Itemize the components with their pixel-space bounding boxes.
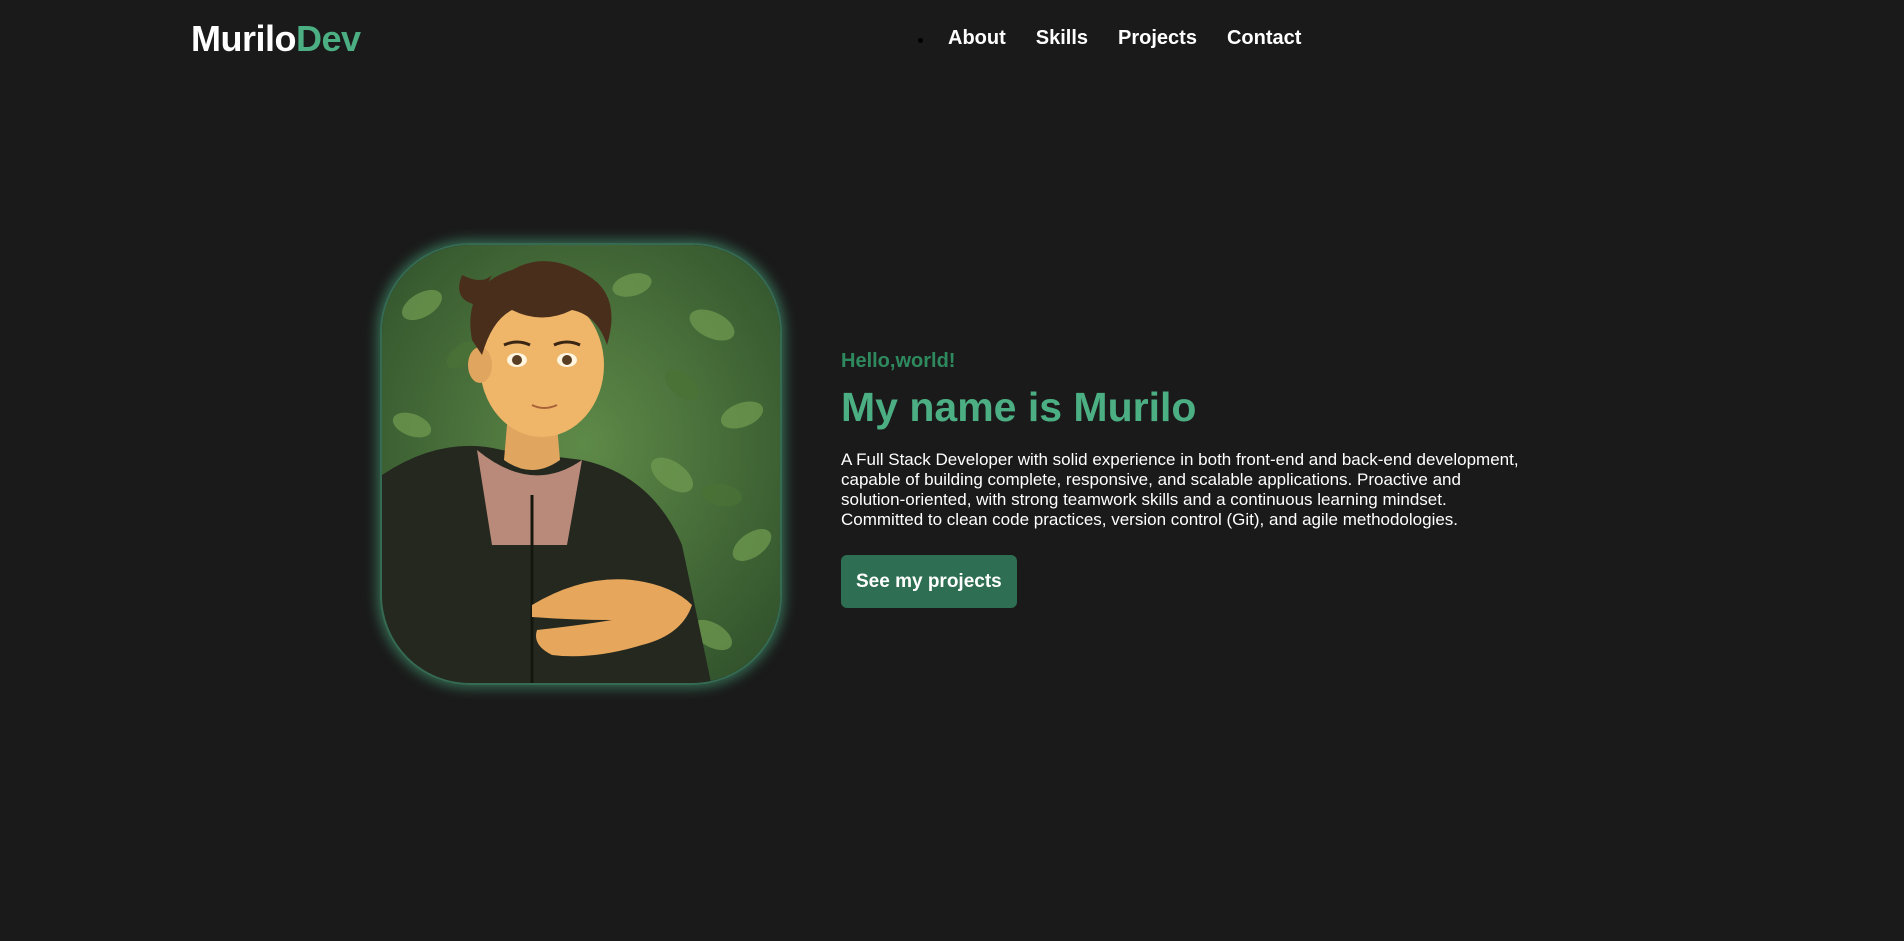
portrait-illustration [382, 245, 780, 683]
logo-accent: Dev [295, 18, 361, 59]
logo-main: Murilo [191, 18, 296, 59]
site-header: MuriloDev About Skills Projects Contact [0, 0, 1904, 78]
main-nav: About Skills Projects Contact [918, 24, 1331, 52]
nav-projects[interactable]: Projects [1118, 24, 1197, 52]
hero-text: Hello,world! My name is Murilo A Full St… [841, 348, 1521, 608]
see-projects-button[interactable]: See my projects [841, 555, 1017, 608]
nav-skills[interactable]: Skills [1036, 24, 1088, 52]
nav-about[interactable]: About [948, 24, 1006, 52]
hero-title: My name is Murilo [841, 384, 1197, 430]
portrait-image [380, 243, 782, 685]
greeting: Hello,world! [841, 350, 956, 372]
list-bullet-icon [918, 37, 923, 43]
hero-description: A Full Stack Developer with solid experi… [841, 450, 1519, 529]
nav-contact[interactable]: Contact [1227, 24, 1301, 52]
logo-link[interactable]: MuriloDev [191, 18, 361, 60]
